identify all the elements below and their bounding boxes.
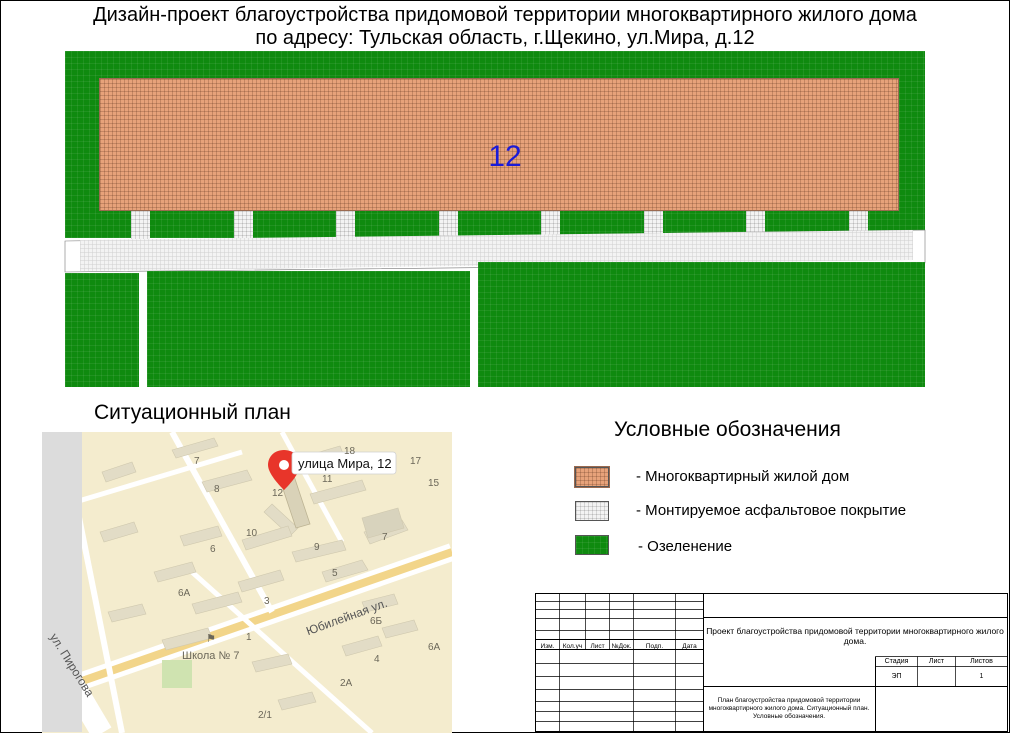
- legend-swatch-greenery: [575, 535, 609, 555]
- title-block-col-ndok: №Док.: [611, 643, 632, 650]
- title-block-sheet-title: План благоустройства придомовой территор…: [708, 697, 870, 720]
- map-house-number: 6: [210, 544, 216, 555]
- map-house-number: 2/1: [258, 710, 272, 721]
- title-block-col-podp: Подп.: [645, 643, 664, 650]
- legend-label-asphalt: - Монтируемое асфальтовое покрытие: [636, 502, 907, 519]
- map-house-number: 7: [194, 456, 200, 467]
- map-house-number: 7: [382, 532, 388, 543]
- legend-label-greenery: - Озеленение: [638, 538, 733, 555]
- map-house-number: 9: [314, 542, 320, 553]
- title-block-sheets-header: Листов: [970, 658, 993, 665]
- school-icon: ⚑: [206, 633, 216, 645]
- map-house-number: 3: [264, 596, 270, 607]
- map-house-number: 4: [374, 654, 380, 665]
- map-school-label: Школа № 7: [182, 650, 240, 662]
- map-house-number: 5: [332, 568, 338, 579]
- title-block-col-koluch: Кол.уч: [562, 643, 583, 650]
- legend-title: Условные обозначения: [614, 418, 841, 441]
- title-block-col-data: Дата: [682, 643, 697, 650]
- legend-swatch-asphalt: [575, 501, 609, 521]
- map-house-number: 18: [344, 446, 356, 457]
- title-block-sheets-value: 1: [979, 673, 984, 680]
- title-block-project-name: Проект благоустройства придомовой террит…: [706, 626, 1004, 646]
- title-block-sheet-header: Лист: [928, 658, 945, 665]
- title-block-col-izm: Изм.: [540, 643, 555, 650]
- title-block-stage-value: ЭП: [891, 673, 902, 680]
- situation-map: улица Мира, 12 Юбилейная ул. ул. Пирогов…: [42, 432, 452, 733]
- title-block-col-list: Лист: [590, 643, 605, 650]
- map-house-number: 17: [410, 456, 422, 467]
- greenery-bottom-middle: [147, 271, 470, 387]
- map-house-number: 11: [322, 474, 333, 485]
- situation-plan-title: Ситуационный план: [94, 401, 291, 424]
- greenery-bottom-right: [478, 262, 925, 387]
- map-graphics: [42, 432, 452, 733]
- map-house-number: 12: [272, 488, 284, 499]
- map-house-number: 10: [246, 528, 258, 539]
- map-house-number: 6А: [428, 642, 441, 653]
- map-house-number: 15: [428, 478, 440, 489]
- title-block-stage-header: Стадия: [884, 658, 909, 665]
- map-house-number: 8: [214, 484, 220, 495]
- map-house-number: 2А: [340, 678, 353, 689]
- map-house-number: 1: [246, 632, 252, 643]
- map-house-number: 6А: [178, 588, 191, 599]
- map-house-number: 6Б: [370, 616, 383, 627]
- map-pin-label: улица Мира, 12: [298, 456, 392, 471]
- legend-swatch-building: [574, 466, 610, 488]
- title-block: Изм. Кол.уч Лист №Док. Подп. Дата Проект…: [535, 593, 1008, 732]
- greenery-bottom-left: [65, 273, 139, 387]
- legend-label-building: - Многоквартирный жилой дом: [636, 468, 850, 485]
